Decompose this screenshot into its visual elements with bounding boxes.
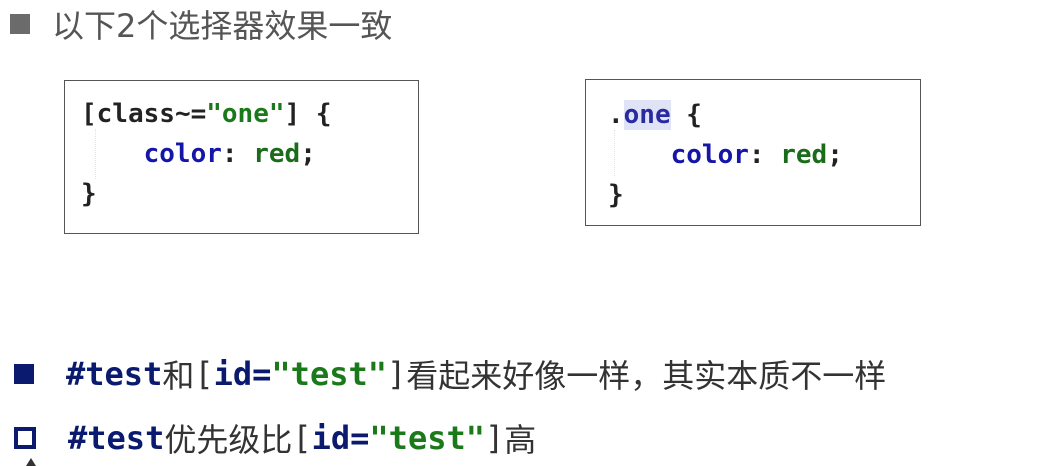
code-box-class-selector: .one { color: red; } — [585, 79, 921, 226]
code-token: red — [780, 140, 828, 170]
string-text: "test" — [369, 419, 485, 457]
code-token: ] { — [284, 99, 332, 129]
square-bullet-icon — [10, 14, 30, 34]
code-token: { — [670, 100, 702, 130]
code-block: .one { color: red; } — [608, 95, 843, 215]
code-token: ; — [300, 139, 316, 169]
code-token: class — [96, 99, 175, 129]
code-block: [class~="one"] { color: red; } — [81, 94, 332, 214]
code-token: "one" — [206, 99, 285, 129]
code-token: : — [221, 139, 254, 169]
code-token: red — [253, 139, 301, 169]
bracket-text: [ — [194, 355, 214, 393]
body-text: 优先级比 — [164, 421, 293, 459]
filled-square-bullet-icon — [14, 364, 34, 384]
bullet-line: #test 优先级比[id= "test"] 高 — [14, 415, 536, 461]
selector-text: id= — [311, 419, 370, 457]
body-text: 看起来好像一样，其实本质不一样 — [406, 357, 887, 395]
code-token: } — [81, 179, 97, 209]
code-token: . — [608, 100, 624, 130]
code-box-attribute-selector: [class~="one"] { color: red; } — [64, 80, 419, 234]
mouse-cursor-icon — [26, 458, 36, 466]
code-token: color — [143, 139, 222, 169]
bracket-text: ] — [387, 355, 407, 393]
selector-text: id= — [213, 355, 272, 393]
selector-text: #test — [66, 355, 163, 393]
code-token: : — [748, 140, 781, 170]
code-token: } — [608, 180, 624, 210]
code-token: ; — [827, 140, 843, 170]
selector-text: #test — [68, 419, 165, 457]
bracket-text: ] — [485, 419, 505, 457]
body-text: 和 — [162, 357, 195, 395]
body-text: 高 — [504, 421, 537, 459]
string-text: "test" — [271, 355, 387, 393]
heading-text: 以下2个选择器效果一致 — [52, 7, 393, 45]
code-token: ~= — [174, 99, 207, 129]
bracket-text: [ — [292, 419, 312, 457]
code-token: one — [623, 100, 671, 130]
code-token: color — [670, 140, 749, 170]
hollow-square-bullet-icon — [14, 427, 36, 449]
code-token: [ — [81, 99, 97, 129]
bullet-line: #test 和[id= "test"] 看起来好像一样，其实本质不一样 — [14, 351, 886, 397]
slide-heading: 以下2个选择器效果一致 — [10, 2, 392, 46]
